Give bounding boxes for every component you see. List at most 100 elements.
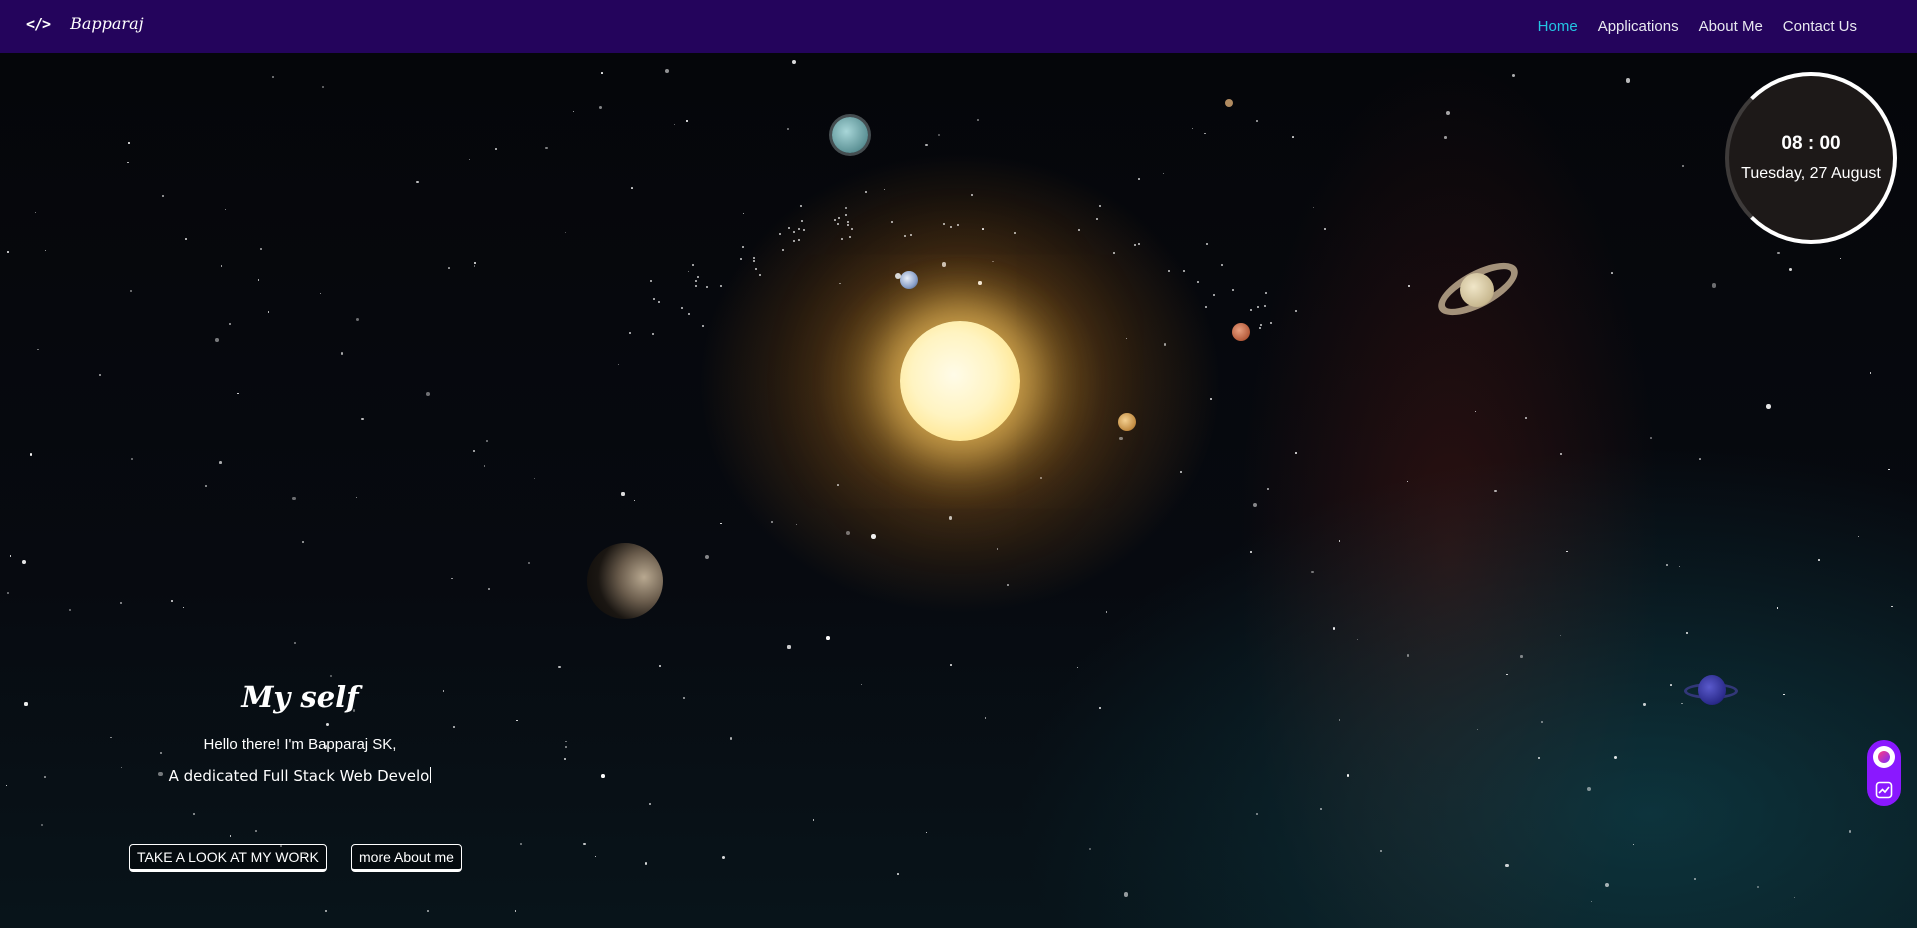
star [982, 227, 985, 230]
star [564, 231, 566, 233]
star [1711, 283, 1717, 288]
star [1292, 135, 1295, 138]
asteroid [836, 223, 839, 226]
star [40, 824, 43, 827]
asteroid [695, 279, 698, 282]
star [468, 159, 470, 161]
star [621, 492, 625, 496]
star [682, 696, 685, 699]
asteroid [865, 190, 868, 193]
asteroid [1257, 306, 1260, 309]
asteroid [1205, 305, 1207, 308]
star [1118, 436, 1123, 441]
more-about-me-button[interactable]: more About me [351, 844, 462, 872]
asteroid [706, 286, 709, 289]
asteroid [1258, 326, 1261, 329]
star [69, 608, 72, 612]
asteroid [1138, 243, 1141, 246]
star [787, 645, 791, 649]
asteroid [681, 306, 684, 309]
star [1357, 639, 1359, 641]
star [193, 813, 195, 815]
planet-mars [1232, 323, 1250, 341]
floating-widget[interactable] [1867, 740, 1901, 806]
star [598, 105, 603, 109]
star [1614, 756, 1618, 760]
star [516, 719, 518, 722]
star [110, 736, 112, 739]
star [837, 484, 839, 486]
star [1163, 172, 1165, 174]
star [601, 71, 604, 74]
asteroid [833, 218, 836, 221]
star [1319, 807, 1322, 811]
chart-icon[interactable] [1874, 780, 1894, 800]
star [826, 636, 830, 640]
asteroid [782, 249, 785, 252]
planet-neptune [1684, 673, 1738, 707]
star [34, 211, 36, 213]
star [527, 562, 530, 565]
star [416, 180, 419, 183]
star [984, 717, 987, 720]
star [1406, 481, 1408, 483]
nav-link-home[interactable]: Home [1538, 18, 1578, 35]
intro-greeting: Hello there! I'm Bapparaj SK, [203, 736, 397, 753]
star [631, 186, 633, 189]
star [545, 146, 548, 150]
star [1857, 535, 1860, 537]
star [236, 392, 239, 395]
intro-section: My self Hello there! I'm Bapparaj SK, A … [120, 680, 480, 785]
star [950, 664, 953, 667]
star [583, 842, 586, 845]
asteroid [759, 274, 762, 277]
star [812, 819, 815, 821]
star [340, 352, 344, 355]
star [1204, 132, 1206, 135]
star [664, 68, 670, 74]
star [860, 683, 862, 685]
star [426, 909, 429, 912]
asteroid [904, 234, 907, 237]
star [1099, 707, 1102, 710]
asteroid [1182, 269, 1185, 272]
star [1332, 627, 1335, 630]
star [1408, 285, 1411, 288]
nav-link-applications[interactable]: Applications [1598, 18, 1679, 35]
star [7, 592, 9, 594]
brand[interactable]: </> Bapparaj [26, 14, 144, 33]
star [1849, 830, 1852, 833]
chat-bubble-icon[interactable] [1873, 746, 1895, 768]
asteroid [1249, 308, 1252, 311]
star [1520, 655, 1523, 658]
asteroid [792, 230, 795, 233]
star [473, 262, 476, 265]
nav-link-about-me[interactable]: About Me [1699, 18, 1763, 35]
nav-link-contact-us[interactable]: Contact Us [1783, 18, 1857, 35]
nav-links: Home Applications About Me Contact Us [1538, 18, 1857, 35]
star [1586, 786, 1591, 791]
star [1123, 892, 1129, 897]
star [688, 271, 690, 273]
star [329, 675, 333, 678]
star [183, 607, 185, 609]
view-work-button[interactable]: TAKE A LOOK AT MY WORK [129, 844, 327, 872]
star [494, 148, 497, 151]
star [564, 757, 567, 760]
asteroid [800, 204, 803, 207]
star [1477, 729, 1479, 731]
star [925, 143, 928, 147]
star [649, 803, 652, 806]
star [1179, 470, 1183, 474]
star [992, 260, 994, 262]
star [1525, 417, 1527, 420]
asteroid [649, 280, 652, 283]
star [883, 189, 885, 191]
star [130, 290, 133, 293]
star [228, 323, 231, 326]
asteroid [840, 237, 843, 240]
star [1191, 128, 1193, 130]
star [720, 522, 723, 525]
star [705, 554, 710, 559]
star [938, 133, 941, 137]
